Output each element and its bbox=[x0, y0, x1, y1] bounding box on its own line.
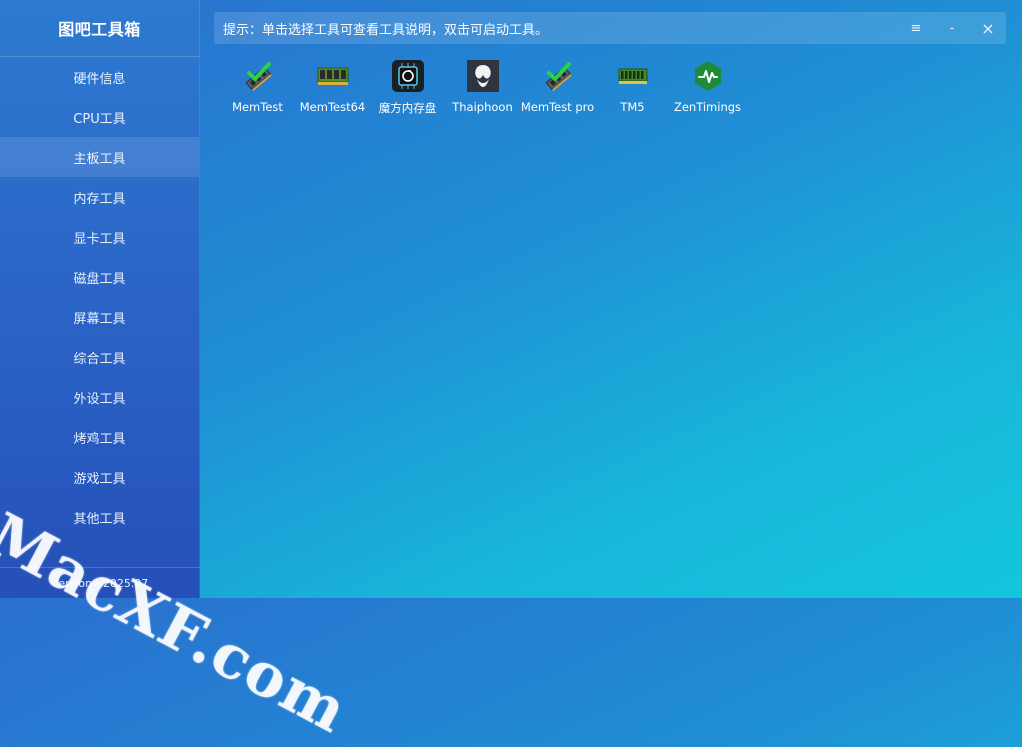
sidebar-item-general-tools[interactable]: 综合工具 bbox=[0, 337, 199, 377]
ram-module-icon bbox=[317, 60, 349, 92]
tool-magic-ramdisk[interactable]: 魔方内存盘 bbox=[370, 60, 445, 116]
tool-label: MemTest bbox=[232, 100, 283, 114]
sidebar-item-label: 外设工具 bbox=[73, 391, 126, 407]
sidebar-item-stress-tools[interactable]: 烤鸡工具 bbox=[0, 417, 199, 457]
tool-zentimings[interactable]: ZenTimings bbox=[670, 60, 745, 116]
menu-button[interactable]: ≡ bbox=[898, 12, 934, 44]
sidebar-item-peripheral-tools[interactable]: 外设工具 bbox=[0, 377, 199, 417]
sidebar-item-memory-tools[interactable]: 内存工具 bbox=[0, 177, 199, 217]
sidebar-item-label: 游戏工具 bbox=[73, 471, 126, 487]
tool-memtest64[interactable]: MemTest64 bbox=[295, 60, 370, 116]
minimize-button[interactable]: - bbox=[934, 12, 970, 44]
sidebar-item-label: 烤鸡工具 bbox=[73, 431, 126, 447]
tool-label: MemTest pro bbox=[520, 100, 595, 114]
tm5-ram-icon bbox=[617, 60, 649, 92]
tool-tm5[interactable]: TM5 bbox=[595, 60, 670, 116]
sidebar-item-label: 主板工具 bbox=[73, 151, 126, 167]
app-title: 图吧工具箱 bbox=[0, 0, 199, 57]
ramdisk-chip-icon bbox=[391, 60, 424, 92]
close-button[interactable]: × bbox=[970, 12, 1006, 44]
thaiphoon-icon bbox=[466, 60, 499, 92]
sidebar-item-label: 其他工具 bbox=[73, 511, 126, 527]
sidebar: 图吧工具箱 硬件信息 CPU工具 主板工具 内存工具 显卡工具 磁盘工具 屏幕工… bbox=[0, 0, 200, 598]
sidebar-item-cpu-tools[interactable]: CPU工具 bbox=[0, 97, 199, 137]
memtest-icon bbox=[242, 60, 274, 92]
tool-memtest-pro[interactable]: MemTest pro bbox=[520, 60, 595, 116]
sidebar-item-other-tools[interactable]: 其他工具 bbox=[0, 497, 199, 537]
tool-label: ZenTimings bbox=[673, 100, 742, 114]
tool-label: Thaiphoon bbox=[452, 100, 513, 114]
version-label: Version : 2025.07 bbox=[0, 567, 200, 598]
hint-text: 提示：单击选择工具可查看工具说明，双击可启动工具。 bbox=[223, 22, 549, 38]
menu-icon: ≡ bbox=[910, 20, 922, 36]
sidebar-item-label: 磁盘工具 bbox=[73, 271, 126, 287]
sidebar-item-gpu-tools[interactable]: 显卡工具 bbox=[0, 217, 199, 257]
tool-label: MemTest64 bbox=[299, 100, 366, 114]
close-icon: × bbox=[981, 18, 995, 38]
sidebar-item-label: 显卡工具 bbox=[73, 231, 126, 247]
sidebar-item-game-tools[interactable]: 游戏工具 bbox=[0, 457, 199, 497]
sidebar-item-disk-tools[interactable]: 磁盘工具 bbox=[0, 257, 199, 297]
zentimings-icon bbox=[692, 60, 724, 92]
tool-thaiphoon[interactable]: Thaiphoon bbox=[445, 60, 520, 116]
tools-grid: MemTest MemTest64 魔方内存盘 Thaiphoon MemTes… bbox=[220, 60, 745, 116]
tool-label: 魔方内存盘 bbox=[378, 101, 437, 115]
sidebar-nav: 硬件信息 CPU工具 主板工具 内存工具 显卡工具 磁盘工具 屏幕工具 综合工具… bbox=[0, 57, 199, 537]
memtest-pro-icon bbox=[542, 60, 574, 92]
sidebar-item-label: CPU工具 bbox=[73, 111, 126, 127]
sidebar-item-screen-tools[interactable]: 屏幕工具 bbox=[0, 297, 199, 337]
minimize-icon: - bbox=[949, 20, 955, 36]
tool-memtest[interactable]: MemTest bbox=[220, 60, 295, 116]
sidebar-item-label: 内存工具 bbox=[73, 191, 126, 207]
sidebar-item-label: 屏幕工具 bbox=[73, 311, 126, 327]
window-controls: ≡ - × bbox=[898, 12, 1006, 44]
tool-label: TM5 bbox=[620, 100, 645, 114]
sidebar-item-label: 硬件信息 bbox=[73, 71, 126, 87]
sidebar-item-label: 综合工具 bbox=[73, 351, 126, 367]
hint-bar: 提示：单击选择工具可查看工具说明，双击可启动工具。 ≡ - × bbox=[214, 12, 1006, 44]
sidebar-item-hardware-info[interactable]: 硬件信息 bbox=[0, 57, 199, 97]
app-window: 图吧工具箱 硬件信息 CPU工具 主板工具 内存工具 显卡工具 磁盘工具 屏幕工… bbox=[0, 0, 1022, 747]
sidebar-item-motherboard-tools[interactable]: 主板工具 bbox=[0, 137, 199, 177]
